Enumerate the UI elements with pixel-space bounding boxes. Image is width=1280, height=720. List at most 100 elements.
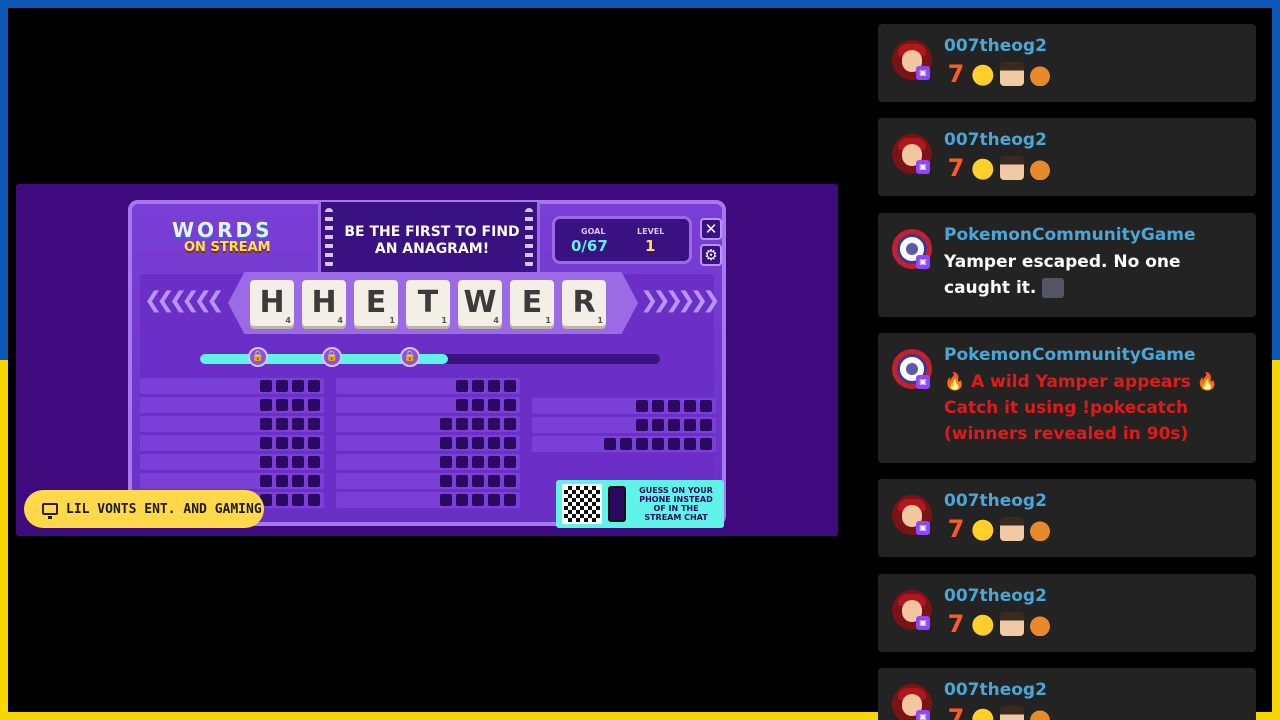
dog-emote-icon — [1028, 517, 1052, 541]
letter-tiles: H4H4E1T1W4E1R1 — [250, 280, 606, 326]
flame-icon: 🔥 — [944, 372, 966, 392]
tile-points: 4 — [493, 316, 499, 325]
chat-username[interactable]: PokemonCommunityGame — [944, 345, 1196, 365]
word-slot-row — [140, 473, 324, 489]
game-board: WORDS ON STREAM BE THE FIRST TO FIND AN … — [128, 200, 726, 528]
skull-emote-icon — [1042, 278, 1065, 298]
face-emote-icon — [1000, 612, 1024, 636]
chat-message-text: 🔥 A wild Yamper appears 🔥 Catch it using … — [944, 369, 1244, 447]
letter-slot — [636, 438, 648, 450]
letter-slot — [440, 456, 452, 468]
gear-icon[interactable]: ⚙ — [700, 244, 722, 266]
word-slot-row — [336, 435, 520, 451]
letter-slot — [504, 494, 516, 506]
chat-message: ▣ 007theog2 7 — [878, 574, 1256, 652]
letter-slot — [292, 380, 304, 392]
word-slot-row — [532, 436, 716, 452]
twitch-icon: ▣ — [916, 616, 930, 630]
word-slot-row — [532, 417, 716, 433]
chat-message: ▣ PokemonCommunityGame Yamper escaped. No … — [878, 213, 1256, 317]
letter-tile[interactable]: W4 — [458, 280, 502, 326]
letter-slot — [700, 438, 712, 450]
phone-guess-banner[interactable]: GUESS ON YOUR PHONE INSTEAD OF IN THE ST… — [556, 480, 724, 528]
level-value: 1 — [645, 237, 656, 255]
goal-label: GOAL — [581, 227, 606, 236]
chat-message: ▣ PokemonCommunityGame 🔥 A wild Yamper app… — [878, 333, 1256, 463]
letter-slot — [652, 400, 664, 412]
letter-tile[interactable]: E1 — [354, 280, 398, 326]
message-line-text: A wild Yamper appears — [971, 372, 1191, 392]
chat-username[interactable]: 007theog2 — [944, 130, 1047, 150]
letter-slot — [308, 475, 320, 487]
letter-slot — [488, 418, 500, 430]
word-slot-row — [140, 435, 324, 451]
face-emote-icon — [1000, 62, 1024, 86]
letter-tile[interactable]: E1 — [510, 280, 554, 326]
letter-slot — [668, 400, 680, 412]
chat-username[interactable]: 007theog2 — [944, 36, 1047, 56]
letter-tile[interactable]: R1 — [562, 280, 606, 326]
emote-row: 7 — [944, 612, 1052, 636]
letter-slot — [472, 494, 484, 506]
psyduck-emote-icon — [972, 156, 996, 180]
letter-slot — [308, 399, 320, 411]
logo-on-stream: ON STREAM — [184, 240, 271, 255]
letter-slot — [440, 437, 452, 449]
message-line: (winners revealed in 90s) — [944, 424, 1189, 444]
words-on-stream-game: WORDS ON STREAM BE THE FIRST TO FIND AN … — [16, 184, 838, 536]
chat-username[interactable]: 007theog2 — [944, 680, 1047, 700]
chat-username[interactable]: 007theog2 — [944, 586, 1047, 606]
letter-slot — [472, 437, 484, 449]
tile-points: 4 — [337, 316, 343, 325]
twitch-icon: ▣ — [916, 521, 930, 535]
letter-slot — [260, 399, 272, 411]
lock-icon: 🔒 — [322, 347, 342, 367]
chat-username[interactable]: PokemonCommunityGame — [944, 225, 1196, 245]
letter-tile[interactable]: H4 — [302, 280, 346, 326]
close-icon[interactable]: ✕ — [700, 218, 722, 240]
channel-badge[interactable]: LIL VONTS ENT. AND GAMING — [24, 490, 264, 528]
tile-points: 4 — [285, 316, 291, 325]
chat-message: ▣ 007theog2 7 — [878, 479, 1256, 557]
word-slot-row — [336, 378, 520, 394]
chat-message: ▣ 007theog2 7 — [878, 118, 1256, 196]
letter-slot — [292, 418, 304, 430]
letter-slot — [260, 418, 272, 430]
tile-points: 1 — [545, 316, 551, 325]
seven-emote-icon: 7 — [947, 515, 965, 543]
letter-slot — [488, 456, 500, 468]
letter-slot — [292, 456, 304, 468]
letter-slot — [260, 437, 272, 449]
banner-text: BE THE FIRST TO FIND AN ANAGRAM! — [344, 224, 520, 257]
letter-tile[interactable]: T1 — [406, 280, 450, 326]
letter-slot — [472, 380, 484, 392]
letter-slot — [668, 419, 680, 431]
channel-name: LIL VONTS ENT. AND GAMING — [66, 501, 262, 517]
twitch-icon: ▣ — [916, 710, 930, 720]
letter-slot — [276, 494, 288, 506]
letter-slot — [684, 419, 696, 431]
letter-slot — [308, 418, 320, 430]
letter-slot — [504, 399, 516, 411]
face-emote-icon — [1000, 706, 1024, 720]
letter-slot — [456, 475, 468, 487]
letter-slot — [292, 494, 304, 506]
letter-tile[interactable]: H4 — [250, 280, 294, 326]
letter-slot — [456, 399, 468, 411]
psyduck-emote-icon — [972, 706, 996, 720]
letter-slot — [504, 437, 516, 449]
seven-emote-icon: 7 — [947, 60, 965, 88]
progress-bar — [200, 354, 660, 364]
letter-slot — [504, 456, 516, 468]
letter-slot — [292, 475, 304, 487]
twitch-icon: ▣ — [916, 375, 930, 389]
letter-slot — [456, 437, 468, 449]
chat-message: ▣ 007theog2 7 — [878, 668, 1256, 720]
tile-letter: E — [365, 285, 387, 320]
chat-username[interactable]: 007theog2 — [944, 491, 1047, 511]
letter-slot — [488, 380, 500, 392]
word-slot-row — [140, 378, 324, 394]
letter-slot — [276, 418, 288, 430]
tile-letter: W — [463, 285, 497, 320]
dog-emote-icon — [1028, 706, 1052, 720]
